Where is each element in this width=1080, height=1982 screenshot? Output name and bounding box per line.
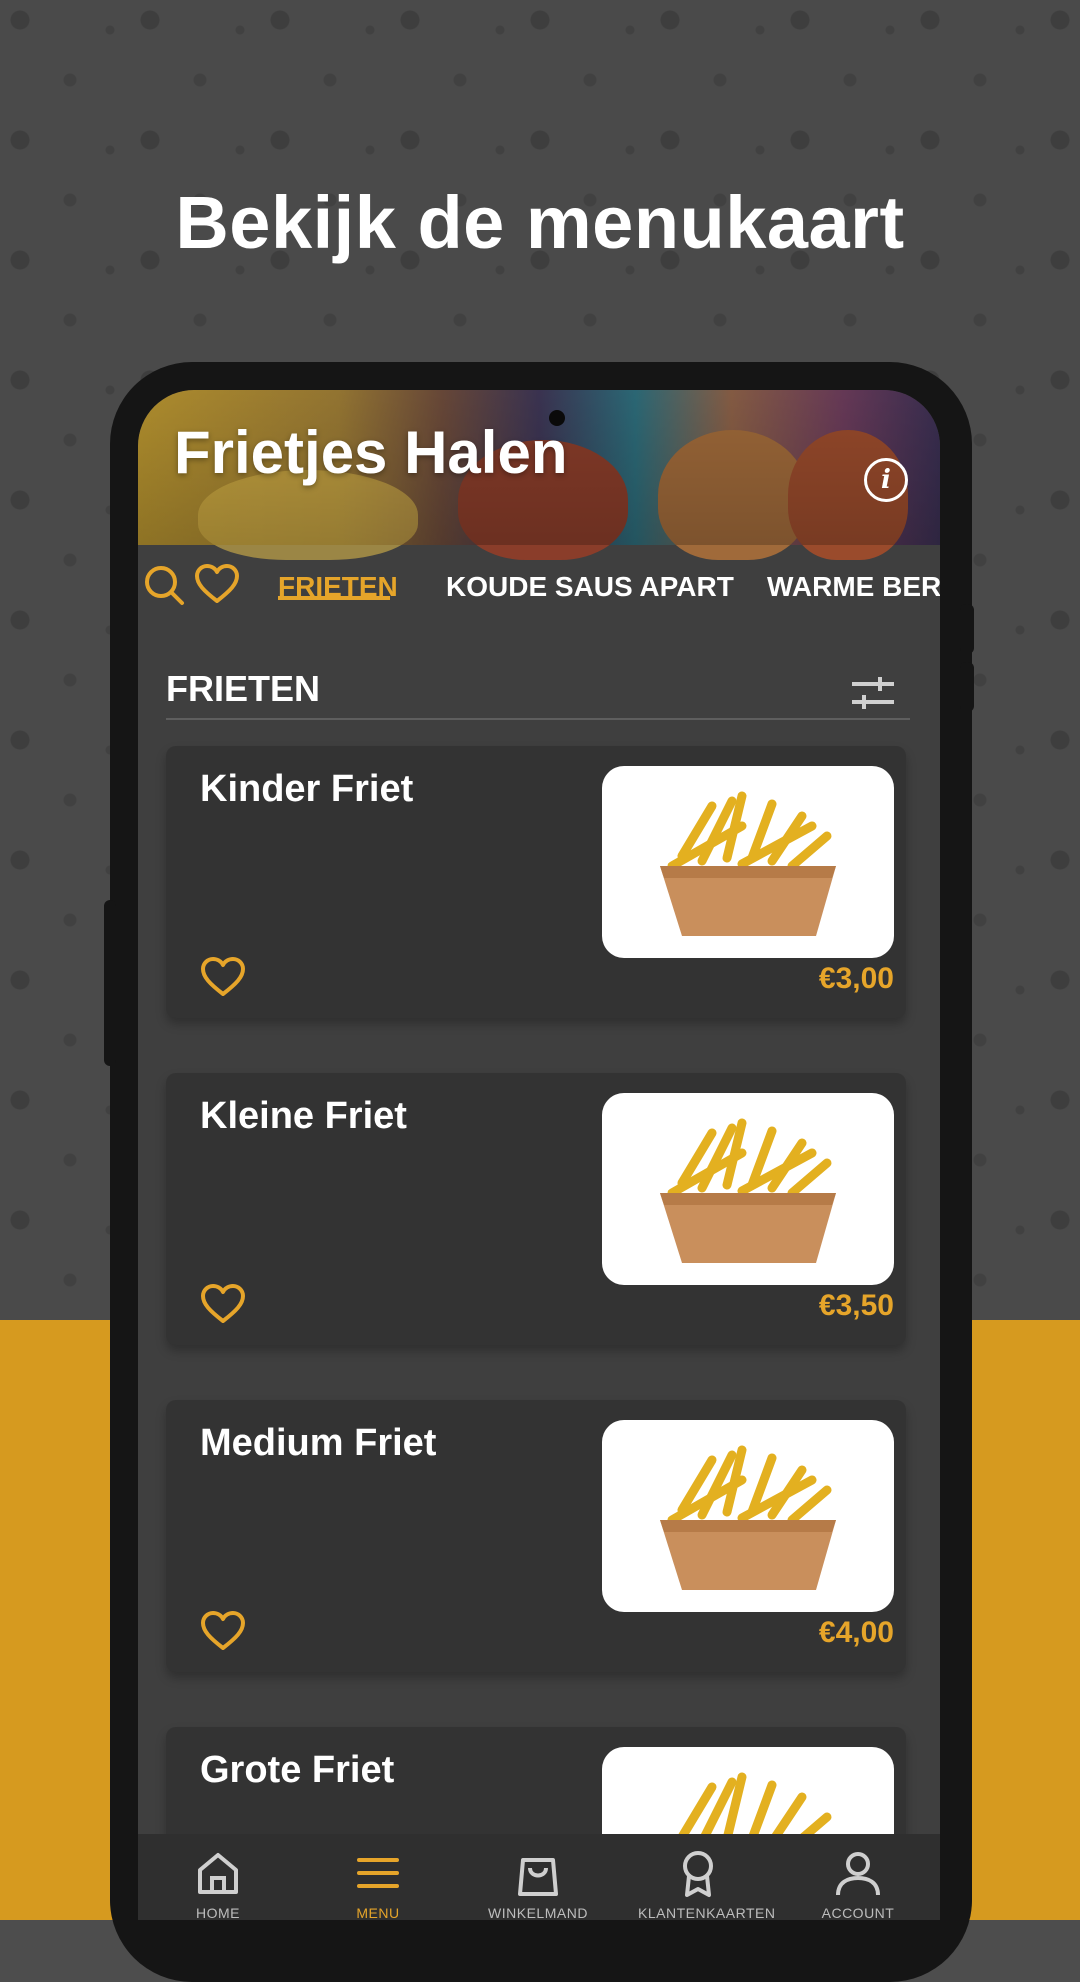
- fries-image: [660, 791, 836, 936]
- nav-account[interactable]: ACCOUNT: [798, 1848, 918, 1920]
- product-image: [602, 1420, 894, 1612]
- nav-klantenkaarten[interactable]: KLANTENKAARTEN: [638, 1848, 776, 1920]
- nav-menu[interactable]: MENU: [318, 1848, 438, 1920]
- promo-headline: Bekijk de menukaart: [175, 181, 905, 264]
- award-icon: [683, 1851, 713, 1897]
- product-image: [602, 1093, 894, 1285]
- nav-label: KLANTENKAARTEN: [638, 1905, 776, 1920]
- section-title: FRIETEN: [166, 668, 321, 709]
- favorite-heart-icon[interactable]: [200, 956, 246, 998]
- search-icon[interactable]: [142, 563, 186, 607]
- nav-label: HOME: [196, 1905, 240, 1920]
- restaurant-title: Frietjes Halen: [174, 419, 568, 486]
- bottom-navigation: HOME MENU WINKELMAND KLANTENKAARTEN ACCO…: [138, 1834, 940, 1920]
- active-tab-indicator: [278, 596, 390, 600]
- tab-koude-saus-apart[interactable]: KOUDE SAUS APART: [446, 571, 734, 603]
- section-divider: [166, 718, 910, 720]
- menu-icon: [357, 1858, 399, 1888]
- app-screen: Frietjes Halen i FRIETEN KOUDE SAUS APAR…: [138, 390, 940, 1920]
- product-name: Medium Friet: [200, 1422, 437, 1464]
- product-price: €4,00: [818, 1616, 894, 1649]
- user-icon: [836, 1852, 880, 1896]
- nav-label: WINKELMAND: [488, 1905, 588, 1920]
- product-image: [602, 766, 894, 958]
- product-name: Kinder Friet: [200, 768, 414, 810]
- phone-side-button: [104, 900, 116, 1066]
- fries-image: [660, 1445, 836, 1590]
- category-tabbar: FRIETEN KOUDE SAUS APART WARME BERI: [138, 545, 940, 615]
- home-icon: [198, 1853, 238, 1894]
- product-card[interactable]: Medium Friet €4,00: [166, 1400, 906, 1672]
- product-card[interactable]: Kinder Friet €3,00: [166, 746, 906, 1018]
- phone-side-button: [960, 604, 974, 654]
- favorite-heart-icon[interactable]: [200, 1610, 246, 1652]
- restaurant-banner: Frietjes Halen i: [138, 390, 940, 560]
- tab-warme-beri[interactable]: WARME BERI: [767, 571, 940, 603]
- fries-image: [660, 1118, 836, 1263]
- product-name: Kleine Friet: [200, 1095, 407, 1137]
- heart-icon[interactable]: [194, 563, 240, 605]
- info-icon[interactable]: i: [864, 458, 908, 502]
- product-card[interactable]: Kleine Friet €3,50: [166, 1073, 906, 1345]
- product-price: €3,50: [818, 1289, 894, 1322]
- nav-winkelmand[interactable]: WINKELMAND: [478, 1848, 598, 1920]
- product-price: €3,00: [818, 962, 894, 995]
- bag-icon: [518, 1858, 558, 1896]
- favorite-heart-icon[interactable]: [200, 1283, 246, 1325]
- nav-home[interactable]: HOME: [158, 1848, 278, 1920]
- nav-label: ACCOUNT: [821, 1905, 895, 1920]
- filter-icon[interactable]: [850, 674, 896, 712]
- nav-label: MENU: [356, 1905, 400, 1920]
- product-name: Grote Friet: [200, 1749, 395, 1791]
- phone-side-button: [960, 662, 974, 712]
